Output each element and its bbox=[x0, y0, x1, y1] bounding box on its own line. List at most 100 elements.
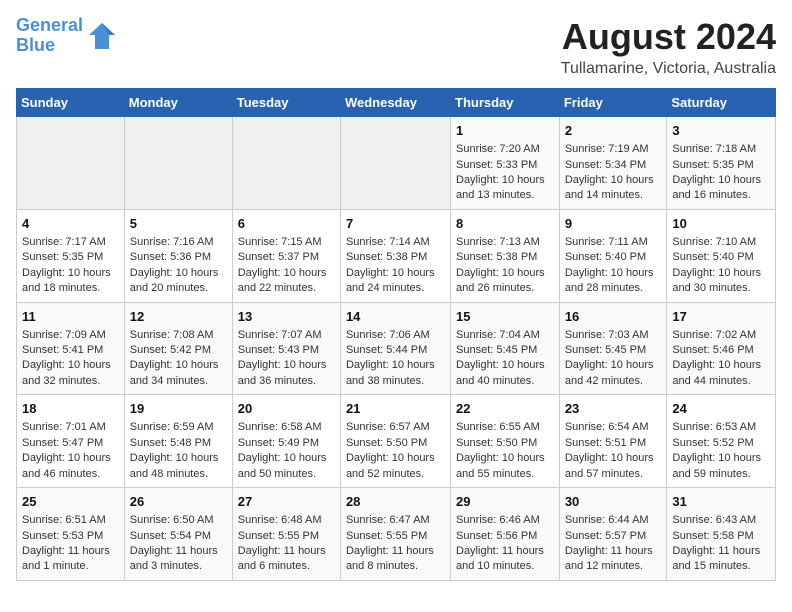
cell-text: Sunrise: 6:48 AM bbox=[238, 513, 335, 528]
cell-text: Sunrise: 6:58 AM bbox=[238, 420, 335, 435]
day-number: 16 bbox=[565, 308, 662, 326]
day-number: 4 bbox=[22, 215, 119, 233]
cell-text: and 26 minutes. bbox=[456, 281, 554, 296]
calendar-week-2: 4Sunrise: 7:17 AMSunset: 5:35 PMDaylight… bbox=[17, 209, 776, 302]
cell-text: Daylight: 10 hours bbox=[672, 173, 770, 188]
cell-text: and 22 minutes. bbox=[238, 281, 335, 296]
cell-text: Daylight: 11 hours bbox=[672, 544, 770, 559]
day-number: 25 bbox=[22, 493, 119, 511]
cell-text: Sunrise: 7:04 AM bbox=[456, 328, 554, 343]
cell-text: Daylight: 10 hours bbox=[238, 266, 335, 281]
cell-text: Daylight: 10 hours bbox=[456, 358, 554, 373]
cell-text: Sunrise: 7:06 AM bbox=[346, 328, 445, 343]
day-number: 11 bbox=[22, 308, 119, 326]
cell-text: Sunset: 5:48 PM bbox=[130, 436, 227, 451]
cell-text: Sunrise: 7:20 AM bbox=[456, 142, 554, 157]
weekday-header-friday: Friday bbox=[559, 89, 667, 117]
day-number: 5 bbox=[130, 215, 227, 233]
calendar-cell: 8Sunrise: 7:13 AMSunset: 5:38 PMDaylight… bbox=[451, 209, 560, 302]
cell-text: Sunrise: 7:17 AM bbox=[22, 235, 119, 250]
day-number: 22 bbox=[456, 400, 554, 418]
subtitle: Tullamarine, Victoria, Australia bbox=[561, 60, 776, 78]
cell-text: Sunrise: 7:19 AM bbox=[565, 142, 662, 157]
cell-text: Daylight: 10 hours bbox=[565, 358, 662, 373]
cell-text: Daylight: 10 hours bbox=[565, 451, 662, 466]
calendar-cell: 17Sunrise: 7:02 AMSunset: 5:46 PMDayligh… bbox=[667, 302, 776, 395]
cell-text: and 24 minutes. bbox=[346, 281, 445, 296]
cell-text: Daylight: 10 hours bbox=[130, 358, 227, 373]
cell-text: Sunset: 5:35 PM bbox=[22, 250, 119, 265]
day-number: 7 bbox=[346, 215, 445, 233]
cell-text: Sunrise: 6:54 AM bbox=[565, 420, 662, 435]
cell-text: and 20 minutes. bbox=[130, 281, 227, 296]
cell-text: Daylight: 10 hours bbox=[22, 451, 119, 466]
cell-text: Sunrise: 7:15 AM bbox=[238, 235, 335, 250]
calendar-cell: 24Sunrise: 6:53 AMSunset: 5:52 PMDayligh… bbox=[667, 395, 776, 488]
cell-text: and 28 minutes. bbox=[565, 281, 662, 296]
cell-text: Daylight: 11 hours bbox=[238, 544, 335, 559]
logo-icon bbox=[87, 21, 117, 51]
weekday-header-thursday: Thursday bbox=[451, 89, 560, 117]
cell-text: and 59 minutes. bbox=[672, 467, 770, 482]
weekday-header-monday: Monday bbox=[124, 89, 232, 117]
cell-text: Sunrise: 6:46 AM bbox=[456, 513, 554, 528]
cell-text: Sunrise: 6:47 AM bbox=[346, 513, 445, 528]
cell-text: Sunrise: 7:13 AM bbox=[456, 235, 554, 250]
cell-text: Sunset: 5:55 PM bbox=[346, 529, 445, 544]
logo-line2: Blue bbox=[16, 35, 55, 55]
cell-text: Sunrise: 6:44 AM bbox=[565, 513, 662, 528]
day-number: 19 bbox=[130, 400, 227, 418]
day-number: 14 bbox=[346, 308, 445, 326]
cell-text: Daylight: 10 hours bbox=[346, 266, 445, 281]
calendar-cell: 18Sunrise: 7:01 AMSunset: 5:47 PMDayligh… bbox=[17, 395, 125, 488]
cell-text: and 52 minutes. bbox=[346, 467, 445, 482]
calendar-cell: 6Sunrise: 7:15 AMSunset: 5:37 PMDaylight… bbox=[232, 209, 340, 302]
calendar-cell: 29Sunrise: 6:46 AMSunset: 5:56 PMDayligh… bbox=[451, 488, 560, 581]
cell-text: Sunset: 5:34 PM bbox=[565, 158, 662, 173]
cell-text: and 18 minutes. bbox=[22, 281, 119, 296]
cell-text: Sunset: 5:33 PM bbox=[456, 158, 554, 173]
cell-text: Daylight: 10 hours bbox=[565, 173, 662, 188]
cell-text: Sunset: 5:53 PM bbox=[22, 529, 119, 544]
cell-text: Sunrise: 7:09 AM bbox=[22, 328, 119, 343]
calendar-cell: 27 Sunrise: 6:48 AMSunset: 5:55 PMDayligh… bbox=[232, 488, 340, 581]
cell-text: and 14 minutes. bbox=[565, 188, 662, 203]
cell-text: Sunset: 5:43 PM bbox=[238, 343, 335, 358]
cell-text: Daylight: 10 hours bbox=[130, 266, 227, 281]
calendar-cell: 31Sunrise: 6:43 AMSunset: 5:58 PMDayligh… bbox=[667, 488, 776, 581]
calendar-week-1: 1Sunrise: 7:20 AMSunset: 5:33 PMDaylight… bbox=[17, 117, 776, 210]
cell-text: and 40 minutes. bbox=[456, 374, 554, 389]
calendar-cell: 7Sunrise: 7:14 AMSunset: 5:38 PMDaylight… bbox=[340, 209, 450, 302]
cell-text: Sunrise: 6:51 AM bbox=[22, 513, 119, 528]
cell-text: Sunrise: 7:02 AM bbox=[672, 328, 770, 343]
cell-text: Daylight: 10 hours bbox=[22, 266, 119, 281]
day-number: 8 bbox=[456, 215, 554, 233]
cell-text: Daylight: 10 hours bbox=[456, 173, 554, 188]
calendar-cell: 14Sunrise: 7:06 AMSunset: 5:44 PMDayligh… bbox=[340, 302, 450, 395]
cell-text: Daylight: 10 hours bbox=[22, 358, 119, 373]
cell-text: Sunrise: 7:10 AM bbox=[672, 235, 770, 250]
weekday-header-saturday: Saturday bbox=[667, 89, 776, 117]
cell-text: Sunset: 5:40 PM bbox=[672, 250, 770, 265]
calendar-cell: 23Sunrise: 6:54 AMSunset: 5:51 PMDayligh… bbox=[559, 395, 667, 488]
calendar-cell: 22Sunrise: 6:55 AMSunset: 5:50 PMDayligh… bbox=[451, 395, 560, 488]
cell-text: Sunrise: 6:55 AM bbox=[456, 420, 554, 435]
calendar-cell: 25Sunrise: 6:51 AMSunset: 5:53 PMDayligh… bbox=[17, 488, 125, 581]
day-number: 27 bbox=[238, 493, 335, 511]
day-number: 13 bbox=[238, 308, 335, 326]
day-number: 26 bbox=[130, 493, 227, 511]
cell-text: Sunset: 5:55 PM bbox=[238, 529, 335, 544]
cell-text: and 38 minutes. bbox=[346, 374, 445, 389]
calendar-cell: 28Sunrise: 6:47 AMSunset: 5:55 PMDayligh… bbox=[340, 488, 450, 581]
cell-text: Daylight: 10 hours bbox=[130, 451, 227, 466]
day-number: 23 bbox=[565, 400, 662, 418]
calendar-week-3: 11Sunrise: 7:09 AMSunset: 5:41 PMDayligh… bbox=[17, 302, 776, 395]
cell-text: Sunrise: 7:03 AM bbox=[565, 328, 662, 343]
day-number: 9 bbox=[565, 215, 662, 233]
cell-text: Sunset: 5:40 PM bbox=[565, 250, 662, 265]
cell-text: Sunset: 5:56 PM bbox=[456, 529, 554, 544]
cell-text: Sunset: 5:58 PM bbox=[672, 529, 770, 544]
weekday-header-tuesday: Tuesday bbox=[232, 89, 340, 117]
day-number: 15 bbox=[456, 308, 554, 326]
cell-text: Daylight: 11 hours bbox=[346, 544, 445, 559]
